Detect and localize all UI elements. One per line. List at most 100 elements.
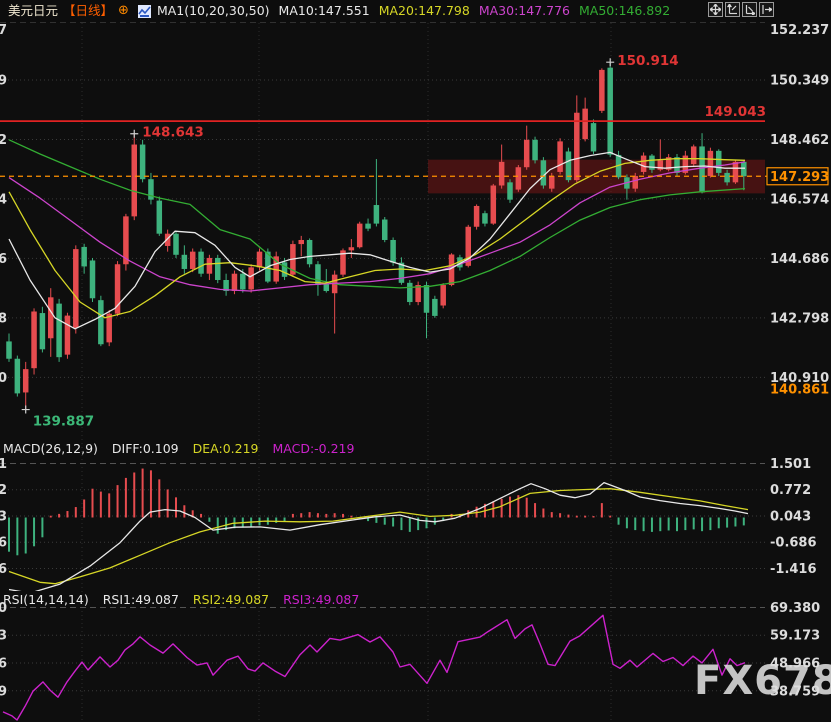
y-axis-label: 1.501: [770, 457, 811, 472]
trading-chart-window: 152.237152.237150.349150.349148.462148.4…: [0, 0, 831, 722]
rsi-title: RSI(14,14,14): [3, 592, 89, 607]
chart-canvas[interactable]: 152.237152.237150.349150.349148.462148.4…: [0, 0, 831, 722]
candle-body: [357, 224, 363, 248]
rsi-pane: [3, 615, 745, 720]
y-axis-label: 150.349: [770, 74, 829, 89]
candle-body: [299, 240, 305, 244]
candle-body: [157, 201, 163, 234]
y-axis-label: 59.173: [770, 629, 820, 644]
extreme-marker-icon: [130, 130, 138, 138]
candle-body: [48, 297, 54, 338]
candle-body: [90, 260, 96, 298]
candle-body: [741, 162, 747, 176]
extreme-marker-icon: [606, 58, 614, 66]
rsi-header: RSI(14,14,14) RSI1:49.087 RSI2:49.087 RS…: [3, 592, 369, 607]
candle-body: [474, 206, 480, 227]
chart-header: 美元日元 【日线】 ⊕ MA1(10,20,30,50) MA10:147.55…: [0, 0, 831, 22]
price-pane: [6, 62, 765, 409]
candle-body: [449, 254, 455, 285]
y-axis-label: 146.574: [770, 192, 829, 207]
candle-body: [724, 173, 730, 182]
candle-body: [574, 113, 580, 180]
expand-plus-icon[interactable]: ⊕: [118, 0, 129, 22]
y-axis-label-left-clipped: 142.798: [0, 311, 7, 326]
candle-body: [424, 285, 430, 313]
candle-body: [708, 151, 714, 176]
candle-body: [173, 234, 179, 255]
candle-body: [674, 157, 680, 173]
candle-body: [73, 249, 79, 328]
candle-body: [6, 341, 12, 358]
symbol-name[interactable]: 美元日元: [8, 0, 58, 22]
macd-macd-value: MACD:-0.219: [272, 441, 354, 456]
candle-body: [491, 185, 497, 223]
grid-layer: [0, 22, 765, 722]
candle-body: [98, 300, 104, 344]
candle-body: [524, 140, 530, 167]
dea-line: [9, 489, 748, 584]
ma20-value: MA20:147.798: [379, 0, 470, 22]
candle-body: [716, 151, 722, 173]
candle-body: [499, 162, 505, 186]
ma10-value: MA10:147.551: [279, 0, 370, 22]
rsi2-value: RSI2:49.087: [193, 592, 269, 607]
low-annotation: 139.887: [33, 414, 94, 430]
candle-body: [390, 240, 396, 263]
zoom-x-axis-button[interactable]: [725, 2, 740, 17]
candle-body: [240, 274, 246, 290]
crosshair-pan-button[interactable]: [708, 2, 723, 17]
candle-body: [140, 145, 146, 180]
candle-body: [532, 140, 538, 160]
ma50-value: MA50:146.892: [579, 0, 670, 22]
rsi1-value: RSI1:49.087: [103, 592, 179, 607]
zoom-y-axis-button[interactable]: [742, 2, 757, 17]
candle-body: [248, 267, 254, 289]
zoom-y-axis-icon: [744, 4, 755, 15]
y-axis-label: 144.686: [770, 252, 829, 267]
y-axis-label-left-clipped: -1.416: [0, 562, 7, 577]
candle-body: [215, 258, 221, 280]
high-annotation: 150.914: [617, 53, 679, 69]
candle-body: [40, 313, 46, 349]
candle-body: [599, 70, 605, 111]
period-selector[interactable]: 【日线】: [63, 0, 113, 22]
candle-body: [257, 252, 263, 268]
candle-body: [582, 109, 588, 140]
resistance-label: 149.043: [705, 104, 767, 120]
candle-body: [182, 255, 188, 269]
chart-type-icon[interactable]: [138, 5, 151, 18]
candle-body: [557, 141, 563, 172]
go-to-latest-button[interactable]: [759, 2, 774, 17]
y-axis-label-left-clipped: 148.462: [0, 133, 7, 148]
candle-body: [365, 224, 371, 229]
candle-body: [307, 240, 313, 264]
candle-body: [691, 146, 697, 164]
y-axis-label-left-clipped: 152.237: [0, 23, 7, 38]
y-axis-label-left-clipped: 146.574: [0, 192, 7, 207]
macd-pane: [9, 469, 748, 594]
macd-header: MACD(26,12,9) DIFF:0.109 DEA:0.219 MACD:…: [3, 441, 364, 456]
y-axis-label: -1.416: [770, 562, 817, 577]
candle-body: [541, 160, 547, 185]
candle-body: [699, 146, 705, 192]
candle-body: [190, 252, 196, 269]
y-axis-label-left-clipped: -0.686: [0, 536, 7, 551]
y-axis-label: 152.237: [770, 23, 829, 38]
candle-body: [15, 359, 21, 394]
y-axis-label: 148.462: [770, 133, 829, 148]
macd-dea-value: DEA:0.219: [193, 441, 259, 456]
swing-high-annotation: 148.643: [142, 125, 204, 141]
current-price-label: 147.293: [770, 170, 829, 185]
y-axis-label-left-clipped: 48.966: [0, 657, 7, 672]
watermark: FX678: [694, 658, 831, 704]
candle-body: [440, 285, 446, 305]
crosshair-pan-icon: [710, 4, 721, 15]
y-axis-label-left-clipped: 38.759: [0, 684, 7, 699]
candle-body: [132, 145, 138, 217]
candle-body: [81, 247, 87, 267]
candle-body: [232, 274, 238, 291]
extreme-marker-icon: [22, 406, 30, 414]
low-axis-marker-label: 140.861: [770, 382, 829, 397]
candle-body: [65, 316, 71, 355]
macd-diff-value: DIFF:0.109: [112, 441, 179, 456]
